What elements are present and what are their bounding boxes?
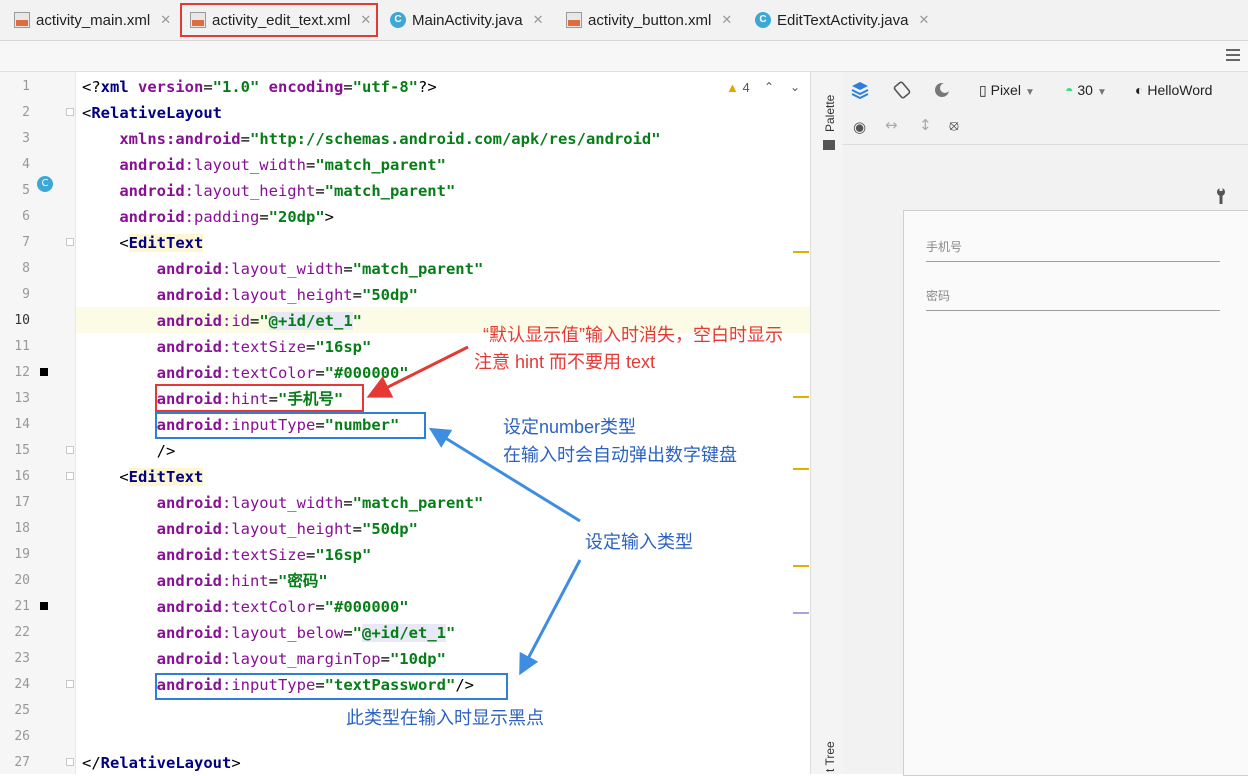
palette-tab[interactable]: Palette	[823, 95, 837, 132]
device-preview[interactable]: 手机号 密码	[903, 210, 1248, 776]
wrench-icon[interactable]	[1215, 188, 1227, 204]
password-hint-text: 密码	[926, 289, 951, 303]
vertical-resize-icon[interactable]: ↕	[919, 116, 937, 134]
component-tree-tab[interactable]: t Tree	[823, 741, 837, 772]
number-note-line1: 设定number类型	[503, 417, 637, 437]
number-note-line2: 在输入时会自动弹出数字键盘	[503, 445, 737, 465]
theme-dropdown[interactable]: ◐ HelloWord	[1135, 82, 1212, 98]
input-type-note: 设定输入类型	[585, 532, 693, 552]
hint-note-line1: “默认显示值”输入时消失，空白时显示	[483, 325, 783, 345]
theme-icon: ◐	[1135, 82, 1144, 98]
side-tool-strip: Palette t Tree	[810, 72, 844, 774]
eye-icon[interactable]: ◉	[853, 118, 871, 136]
night-mode-icon[interactable]	[933, 81, 951, 99]
phone-edit-text-preview[interactable]: 手机号	[926, 235, 1220, 262]
password-type-arrow	[519, 559, 582, 676]
device-label: Pixel	[990, 82, 1021, 98]
api-level-label: 30	[1077, 82, 1093, 98]
palette-icon	[823, 140, 835, 150]
phone-icon: ▯	[979, 82, 987, 98]
hint-note-line2: 注意 hint 而不要用 text	[474, 352, 656, 372]
magnet-icon[interactable]: ⦻	[949, 116, 967, 134]
chevron-down-icon: ▼	[1024, 87, 1035, 98]
hint-arrow	[366, 345, 469, 398]
theme-label: HelloWord	[1147, 82, 1213, 98]
password-note: 此类型在输入时显示黑点	[346, 708, 544, 728]
api-level-dropdown[interactable]: ◓ 30 ▼	[1065, 82, 1107, 98]
horizontal-resize-icon[interactable]: ↔	[885, 116, 903, 134]
phone-hint-text: 手机号	[926, 240, 963, 254]
chevron-down-icon: ▼	[1096, 87, 1107, 98]
device-dropdown[interactable]: ▯ Pixel ▼	[979, 82, 1035, 99]
android-icon: ◓	[1065, 82, 1074, 98]
layers-icon[interactable]	[851, 81, 869, 99]
layout-design-panel: ▯ Pixel ▼ ◓ 30 ▼ ◐ HelloWord ◉ ↔ ↕ ⦻ 手机号 密…	[843, 72, 1248, 776]
password-edit-text-preview[interactable]: 密码	[926, 284, 1220, 311]
rotate-icon[interactable]	[893, 81, 911, 99]
design-secondary-toolbar: ◉ ↔ ↕ ⦻	[843, 108, 1248, 145]
design-toolbar: ▯ Pixel ▼ ◓ 30 ▼ ◐ HelloWord	[843, 72, 1248, 108]
